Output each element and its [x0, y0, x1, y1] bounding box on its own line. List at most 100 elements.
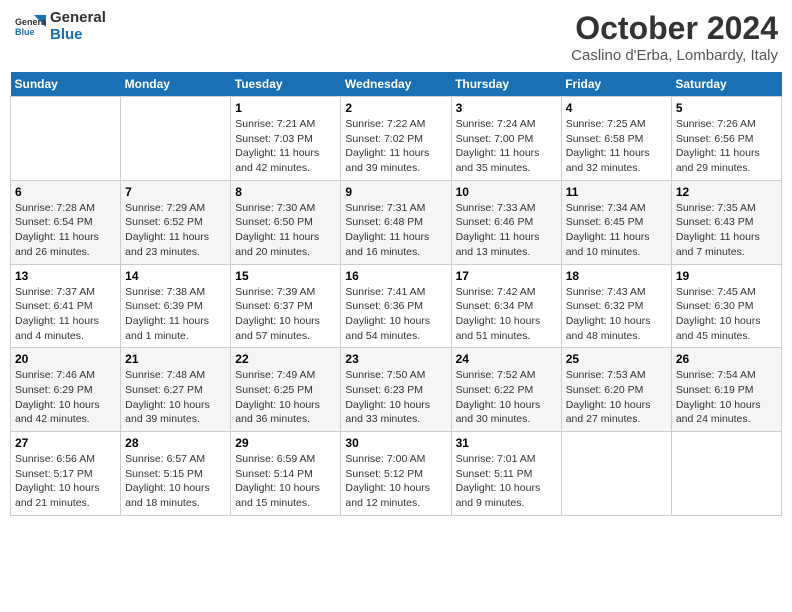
day-info: Sunrise: 7:48 AM Sunset: 6:27 PM Dayligh… [125, 368, 226, 427]
day-number: 4 [566, 101, 667, 115]
calendar-week-4: 20 Sunrise: 7:46 AM Sunset: 6:29 PM Dayli… [11, 348, 782, 432]
calendar-cell: 22Sunrise: 7:49 AM Sunset: 6:25 PM Dayli… [231, 348, 341, 432]
day-info: Sunrise: 7:53 AM Sunset: 6:20 PM Dayligh… [566, 368, 667, 427]
day-number: 30 [345, 436, 446, 450]
day-info: Sunrise: 7:33 AM Sunset: 6:46 PM Dayligh… [456, 201, 557, 260]
calendar-cell: 31 Sunrise: 7:01 AM Sunset: 5:11 PM Dayli… [451, 432, 561, 516]
calendar-cell: 30 Sunrise: 7:00 AM Sunset: 5:12 PM Dayli… [341, 432, 451, 516]
calendar-cell: 18Sunrise: 7:43 AM Sunset: 6:32 PM Dayli… [561, 264, 671, 348]
day-info: Sunrise: 7:31 AM Sunset: 6:48 PM Dayligh… [345, 201, 446, 260]
calendar-cell [121, 97, 231, 181]
day-info: Sunrise: 7:01 AM Sunset: 5:11 PM Dayligh… [456, 452, 557, 511]
day-number: 9 [345, 185, 446, 199]
day-info: Sunrise: 7:21 AM Sunset: 7:03 PM Dayligh… [235, 117, 336, 176]
day-info: Sunrise: 7:34 AM Sunset: 6:45 PM Dayligh… [566, 201, 667, 260]
calendar-cell: 12 Sunrise: 7:35 AM Sunset: 6:43 PM Dayli… [671, 180, 781, 264]
calendar-cell: 8Sunrise: 7:30 AM Sunset: 6:50 PM Daylig… [231, 180, 341, 264]
day-info: Sunrise: 7:46 AM Sunset: 6:29 PM Dayligh… [15, 368, 116, 427]
calendar-cell: 10 Sunrise: 7:33 AM Sunset: 6:46 PM Dayli… [451, 180, 561, 264]
day-info: Sunrise: 7:43 AM Sunset: 6:32 PM Dayligh… [566, 285, 667, 344]
calendar-cell: 19 Sunrise: 7:45 AM Sunset: 6:30 PM Dayli… [671, 264, 781, 348]
calendar-cell: 7 Sunrise: 7:29 AM Sunset: 6:52 PM Daylig… [121, 180, 231, 264]
day-info: Sunrise: 7:24 AM Sunset: 7:00 PM Dayligh… [456, 117, 557, 176]
weekday-header-tuesday: Tuesday [231, 72, 341, 97]
day-info: Sunrise: 7:26 AM Sunset: 6:56 PM Dayligh… [676, 117, 777, 176]
calendar-week-2: 6Sunrise: 7:28 AM Sunset: 6:54 PM Daylig… [11, 180, 782, 264]
day-info: Sunrise: 7:50 AM Sunset: 6:23 PM Dayligh… [345, 368, 446, 427]
day-number: 7 [125, 185, 226, 199]
calendar-cell: 15 Sunrise: 7:39 AM Sunset: 6:37 PM Dayli… [231, 264, 341, 348]
day-number: 13 [15, 269, 116, 283]
svg-text:Blue: Blue [15, 27, 35, 37]
day-info: Sunrise: 6:59 AM Sunset: 5:14 PM Dayligh… [235, 452, 336, 511]
calendar-cell: 4 Sunrise: 7:25 AM Sunset: 6:58 PM Daylig… [561, 97, 671, 181]
calendar-cell: 24 Sunrise: 7:52 AM Sunset: 6:22 PM Dayli… [451, 348, 561, 432]
weekday-header-thursday: Thursday [451, 72, 561, 97]
calendar-cell: 6Sunrise: 7:28 AM Sunset: 6:54 PM Daylig… [11, 180, 121, 264]
day-number: 17 [456, 269, 557, 283]
day-info: Sunrise: 7:29 AM Sunset: 6:52 PM Dayligh… [125, 201, 226, 260]
day-info: Sunrise: 7:39 AM Sunset: 6:37 PM Dayligh… [235, 285, 336, 344]
day-info: Sunrise: 6:57 AM Sunset: 5:15 PM Dayligh… [125, 452, 226, 511]
day-number: 2 [345, 101, 446, 115]
day-number: 31 [456, 436, 557, 450]
day-info: Sunrise: 7:25 AM Sunset: 6:58 PM Dayligh… [566, 117, 667, 176]
day-number: 8 [235, 185, 336, 199]
month-title: October 2024 [571, 10, 778, 47]
calendar-cell: 3 Sunrise: 7:24 AM Sunset: 7:00 PM Daylig… [451, 97, 561, 181]
day-number: 1 [235, 101, 336, 115]
calendar-cell: 20 Sunrise: 7:46 AM Sunset: 6:29 PM Dayli… [11, 348, 121, 432]
weekday-header-monday: Monday [121, 72, 231, 97]
day-info: Sunrise: 7:45 AM Sunset: 6:30 PM Dayligh… [676, 285, 777, 344]
calendar-cell [671, 432, 781, 516]
day-info: Sunrise: 7:38 AM Sunset: 6:39 PM Dayligh… [125, 285, 226, 344]
calendar-cell: 13 Sunrise: 7:37 AM Sunset: 6:41 PM Dayli… [11, 264, 121, 348]
calendar-cell: 17Sunrise: 7:42 AM Sunset: 6:34 PM Dayli… [451, 264, 561, 348]
day-info: Sunrise: 7:35 AM Sunset: 6:43 PM Dayligh… [676, 201, 777, 260]
day-number: 26 [676, 352, 777, 366]
page-header: General Blue General Blue October 2024 C… [10, 10, 782, 64]
calendar-cell: 16Sunrise: 7:41 AM Sunset: 6:36 PM Dayli… [341, 264, 451, 348]
day-number: 21 [125, 352, 226, 366]
day-info: Sunrise: 7:37 AM Sunset: 6:41 PM Dayligh… [15, 285, 116, 344]
weekday-header-sunday: Sunday [11, 72, 121, 97]
day-number: 24 [456, 352, 557, 366]
day-number: 16 [345, 269, 446, 283]
day-info: Sunrise: 7:52 AM Sunset: 6:22 PM Dayligh… [456, 368, 557, 427]
calendar-week-5: 27 Sunrise: 6:56 AM Sunset: 5:17 PM Dayli… [11, 432, 782, 516]
weekday-header-row: SundayMondayTuesdayWednesdayThursdayFrid… [11, 72, 782, 97]
day-number: 20 [15, 352, 116, 366]
calendar-cell: 2 Sunrise: 7:22 AM Sunset: 7:02 PM Daylig… [341, 97, 451, 181]
day-info: Sunrise: 7:28 AM Sunset: 6:54 PM Dayligh… [15, 201, 116, 260]
calendar-cell: 28 Sunrise: 6:57 AM Sunset: 5:15 PM Dayli… [121, 432, 231, 516]
calendar-cell: 11Sunrise: 7:34 AM Sunset: 6:45 PM Dayli… [561, 180, 671, 264]
day-number: 10 [456, 185, 557, 199]
day-info: Sunrise: 7:22 AM Sunset: 7:02 PM Dayligh… [345, 117, 446, 176]
calendar-week-3: 13 Sunrise: 7:37 AM Sunset: 6:41 PM Dayli… [11, 264, 782, 348]
day-info: Sunrise: 7:54 AM Sunset: 6:19 PM Dayligh… [676, 368, 777, 427]
svg-text:General: General [15, 17, 46, 27]
calendar-cell [561, 432, 671, 516]
day-number: 12 [676, 185, 777, 199]
weekday-header-saturday: Saturday [671, 72, 781, 97]
calendar-cell: 5Sunrise: 7:26 AM Sunset: 6:56 PM Daylig… [671, 97, 781, 181]
location-title: Caslino d'Erba, Lombardy, Italy [571, 47, 778, 64]
day-number: 27 [15, 436, 116, 450]
day-info: Sunrise: 6:56 AM Sunset: 5:17 PM Dayligh… [15, 452, 116, 511]
day-number: 29 [235, 436, 336, 450]
calendar-cell: 1 Sunrise: 7:21 AM Sunset: 7:03 PM Daylig… [231, 97, 341, 181]
day-number: 28 [125, 436, 226, 450]
day-number: 14 [125, 269, 226, 283]
calendar-week-1: 1 Sunrise: 7:21 AM Sunset: 7:03 PM Daylig… [11, 97, 782, 181]
day-number: 19 [676, 269, 777, 283]
day-number: 15 [235, 269, 336, 283]
day-number: 3 [456, 101, 557, 115]
calendar-cell: 9 Sunrise: 7:31 AM Sunset: 6:48 PM Daylig… [341, 180, 451, 264]
weekday-header-wednesday: Wednesday [341, 72, 451, 97]
calendar-table: SundayMondayTuesdayWednesdayThursdayFrid… [10, 72, 782, 516]
calendar-cell: 27 Sunrise: 6:56 AM Sunset: 5:17 PM Dayli… [11, 432, 121, 516]
calendar-cell: 29 Sunrise: 6:59 AM Sunset: 5:14 PM Dayli… [231, 432, 341, 516]
calendar-cell: 25Sunrise: 7:53 AM Sunset: 6:20 PM Dayli… [561, 348, 671, 432]
day-info: Sunrise: 7:00 AM Sunset: 5:12 PM Dayligh… [345, 452, 446, 511]
logo: General Blue General Blue [14, 10, 106, 43]
